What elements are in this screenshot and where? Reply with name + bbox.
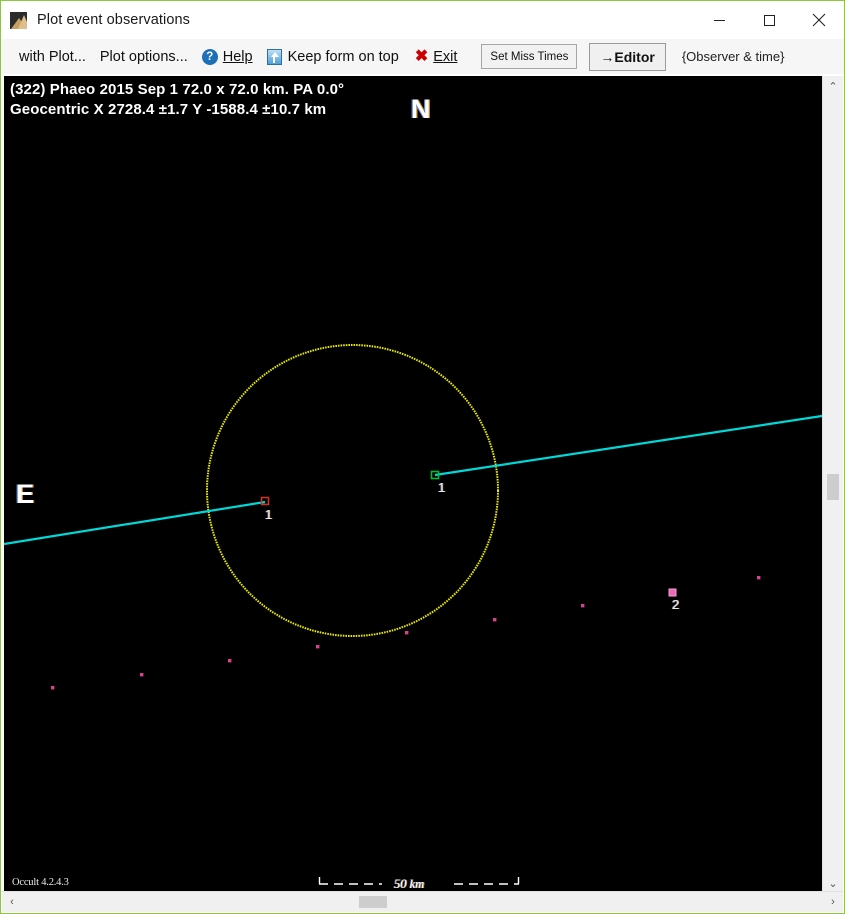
scale-bar-label: 50 km: [394, 877, 425, 891]
station-dot: [51, 686, 55, 690]
station-dot: [140, 673, 144, 677]
scroll-down-arrow-icon[interactable]: ⌄: [823, 873, 843, 893]
question-mark-icon: ?: [201, 48, 218, 65]
vertical-scrollbar[interactable]: ⌃ ⌄: [822, 76, 843, 893]
minimize-button[interactable]: [694, 1, 744, 39]
minimize-icon: [713, 19, 725, 21]
station-dot-group: [51, 576, 761, 690]
asteroid-limb-circle: [206, 344, 499, 637]
software-version-label: Occult 4.2.4.3: [12, 877, 69, 888]
menu-help[interactable]: ? Help: [201, 39, 267, 74]
station-dot: [581, 604, 585, 608]
editor-button[interactable]: →Editor: [589, 42, 666, 71]
station-dot: [493, 618, 497, 622]
window-caption-buttons: [694, 1, 844, 39]
scroll-right-arrow-icon[interactable]: ›: [823, 892, 843, 912]
toolbar: with Plot... Plot options... ? Help Keep…: [1, 39, 844, 74]
menu-keep-form-on-top-label: Keep form on top: [287, 48, 399, 65]
miss-marker-2[interactable]: [668, 588, 677, 597]
title-bar: Plot event observations: [1, 1, 844, 39]
menu-exit[interactable]: ✖ Exit: [415, 39, 472, 74]
menu-plot-options-label: Plot options...: [99, 48, 188, 65]
menu-plot-options[interactable]: Plot options...: [100, 39, 202, 74]
plot-canvas[interactable]: (322) Phaeo 2015 Sep 1 72.0 x 72.0 km. P…: [4, 76, 822, 892]
menu-with-plot[interactable]: with Plot...: [1, 39, 100, 74]
observer-and-time-label[interactable]: {Observer & time}: [682, 39, 791, 74]
station-dot: [228, 659, 232, 663]
app-window: Plot event observations with Plot... Plo…: [0, 0, 845, 914]
menu-with-plot-label: with Plot...: [19, 48, 86, 65]
mountain-icon: [10, 11, 27, 29]
close-icon: [812, 13, 826, 27]
set-miss-times-button[interactable]: Set Miss Times: [481, 44, 578, 69]
close-button[interactable]: [794, 1, 844, 39]
scroll-up-arrow-icon[interactable]: ⌃: [823, 76, 843, 96]
station-dot: [316, 645, 320, 649]
maximize-icon: [763, 14, 775, 26]
pin-up-arrow-icon: [266, 48, 282, 65]
chord-1-reappearance-label: 1: [438, 480, 446, 495]
station-dot: [405, 631, 409, 635]
chord-1-segment-a: [4, 500, 266, 546]
scroll-left-arrow-icon[interactable]: ‹: [2, 892, 22, 912]
station-dot: [757, 576, 761, 580]
maximize-button[interactable]: [744, 1, 794, 39]
chord-1-segment-b: [434, 414, 822, 477]
horizontal-scrollbar-thumb[interactable]: [359, 896, 387, 908]
vertical-scrollbar-thumb[interactable]: [827, 474, 839, 500]
menu-keep-form-on-top[interactable]: Keep form on top: [266, 39, 415, 74]
occultation-plot-graphics: [4, 344, 822, 890]
chord-1-disappearance-label: 1: [265, 507, 273, 522]
menu-exit-label: Exit: [433, 48, 458, 65]
horizontal-scrollbar[interactable]: ‹ ›: [2, 891, 843, 912]
menu-help-label: Help: [222, 48, 253, 65]
red-x-icon: ✖: [414, 47, 429, 65]
miss-marker-2-label: 2: [672, 597, 680, 612]
window-title: Plot event observations: [37, 12, 191, 28]
